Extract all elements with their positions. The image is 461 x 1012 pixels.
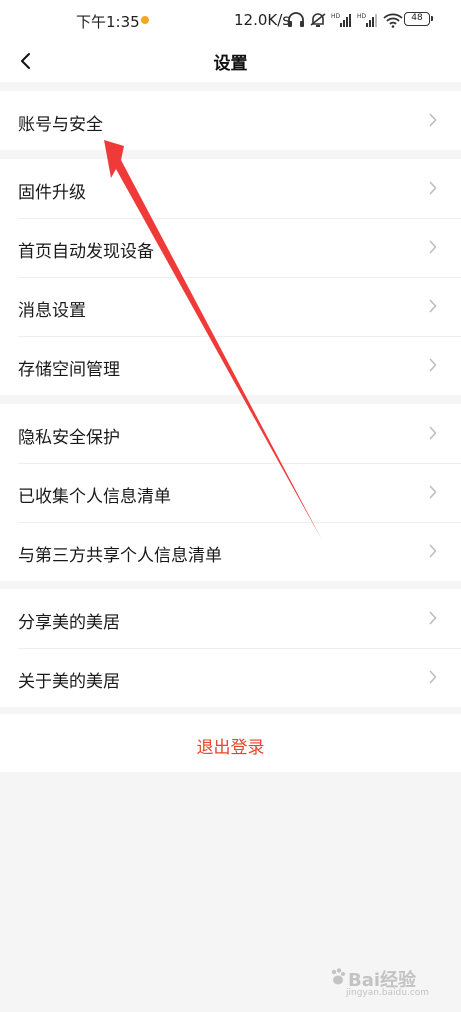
chevron-right-icon xyxy=(429,670,437,684)
wifi-icon xyxy=(383,13,403,28)
settings-item-collected-info[interactable]: 已收集个人信息清单 xyxy=(0,463,461,522)
settings-item-account-security[interactable]: 账号与安全 xyxy=(0,91,461,150)
settings-item-storage[interactable]: 存储空间管理 xyxy=(0,336,461,395)
page-title: 设置 xyxy=(213,54,248,74)
settings-item-label: 固件升级 xyxy=(18,183,86,203)
chevron-right-icon xyxy=(429,611,437,625)
chevron-right-icon xyxy=(429,240,437,254)
status-dot xyxy=(141,16,149,24)
settings-item-share-app[interactable]: 分享美的美居 xyxy=(0,589,461,648)
signal-hd-icon: HD xyxy=(331,13,351,27)
settings-item-label: 首页自动发现设备 xyxy=(18,242,154,262)
settings-item-label: 隐私安全保护 xyxy=(18,428,120,448)
settings-item-label: 与第三方共享个人信息清单 xyxy=(18,546,222,566)
chevron-right-icon xyxy=(429,113,437,127)
settings-item-auto-discover[interactable]: 首页自动发现设备 xyxy=(0,218,461,277)
svg-text:HD: HD xyxy=(331,13,341,20)
network-speed: 12.0K/s xyxy=(234,11,291,29)
settings-item-message-settings[interactable]: 消息设置 xyxy=(0,277,461,336)
status-time: 下午1:35 xyxy=(76,13,140,31)
battery-icon: 48 xyxy=(404,12,433,26)
mute-icon xyxy=(310,13,326,27)
settings-item-third-party-sharing[interactable]: 与第三方共享个人信息清单 xyxy=(0,522,461,581)
status-bar: 下午1:35 12.0K/s HD HD 48 xyxy=(0,0,461,40)
chevron-right-icon xyxy=(429,544,437,558)
watermark-url: jingyan.baidu.com xyxy=(346,988,430,998)
logout-button[interactable]: 退出登录 xyxy=(0,714,461,772)
signal-hd-icon: HD xyxy=(357,13,377,27)
status-icons: HD HD xyxy=(287,10,403,30)
logout-label: 退出登录 xyxy=(196,738,265,758)
chevron-right-icon xyxy=(429,181,437,195)
settings-group-device: 固件升级 首页自动发现设备 消息设置 存储空间管理 xyxy=(0,159,461,395)
chevron-right-icon xyxy=(429,426,437,440)
settings-item-label: 分享美的美居 xyxy=(18,613,120,633)
chevron-right-icon xyxy=(429,485,437,499)
settings-group-about: 分享美的美居 关于美的美居 xyxy=(0,589,461,707)
nav-bar: 设置 xyxy=(0,40,461,82)
settings-item-firmware-upgrade[interactable]: 固件升级 xyxy=(0,159,461,218)
settings-item-label: 已收集个人信息清单 xyxy=(18,487,171,507)
settings-item-label: 存储空间管理 xyxy=(18,360,120,380)
settings-item-label: 账号与安全 xyxy=(18,115,103,135)
paw-logo-icon xyxy=(331,968,345,985)
chevron-right-icon xyxy=(429,299,437,313)
settings-group-privacy: 隐私安全保护 已收集个人信息清单 与第三方共享个人信息清单 xyxy=(0,404,461,581)
settings-item-privacy-protection[interactable]: 隐私安全保护 xyxy=(0,404,461,463)
svg-text:HD: HD xyxy=(357,13,367,20)
settings-item-label: 消息设置 xyxy=(18,301,86,321)
settings-group-account: 账号与安全 xyxy=(0,91,461,150)
settings-item-label: 关于美的美居 xyxy=(18,672,120,692)
watermark: Bai经验 jingyan.baidu.com xyxy=(330,962,440,1002)
chevron-right-icon xyxy=(429,358,437,372)
headphones-icon xyxy=(288,12,304,27)
settings-item-about-app[interactable]: 关于美的美居 xyxy=(0,648,461,707)
